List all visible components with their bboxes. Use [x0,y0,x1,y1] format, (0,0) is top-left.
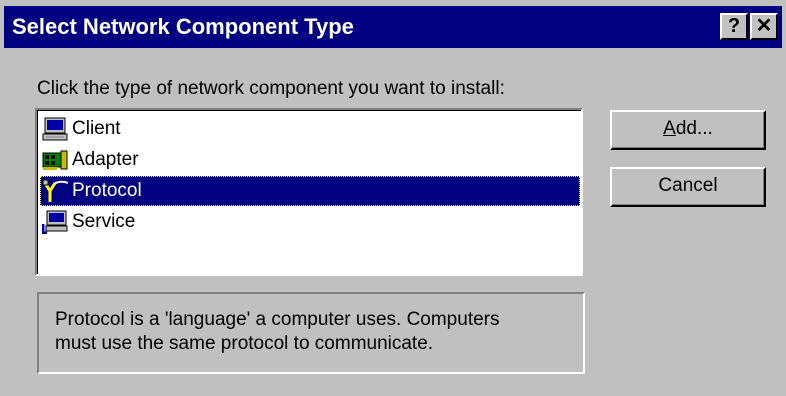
add-button-label: dd... [675,118,713,139]
list-item-protocol[interactable]: Protocol [40,176,580,206]
window-title: Select Network Component Type [12,14,354,39]
service-computer-icon [41,210,68,235]
protocol-cable-icon [42,179,69,203]
network-adapter-icon [42,148,68,172]
add-button-mnemonic: A [663,118,676,139]
description-line-1: Protocol is a 'language' a computer uses… [55,309,500,330]
list-item-service[interactable]: Service [40,207,580,237]
list-item-label: Protocol [72,180,142,201]
list-item-label: Service [72,211,136,232]
list-item-label: Client [72,118,121,139]
description-box: Protocol is a 'language' a computer uses… [37,292,585,374]
help-button[interactable]: ? [720,13,748,40]
close-button[interactable]: ✕ [750,13,778,40]
list-item-label: Adapter [72,149,139,170]
client-computer-icon [42,117,68,141]
description-text: Protocol is a 'language' a computer uses… [55,308,565,356]
description-line-2: must use the same protocol to communicat… [55,333,434,354]
add-button[interactable]: Add... [610,110,766,150]
instruction-text: Click the type of network component you … [37,78,505,99]
list-item-client[interactable]: Client [40,114,580,144]
component-type-listbox[interactable]: Client Adapter Protocol Service [35,108,583,276]
list-item-adapter[interactable]: Adapter [40,145,580,175]
select-network-component-dialog: Select Network Component Type ? ✕ Click … [0,0,786,396]
cancel-button[interactable]: Cancel [610,167,766,207]
title-bar[interactable]: Select Network Component Type ? ✕ [4,6,782,48]
